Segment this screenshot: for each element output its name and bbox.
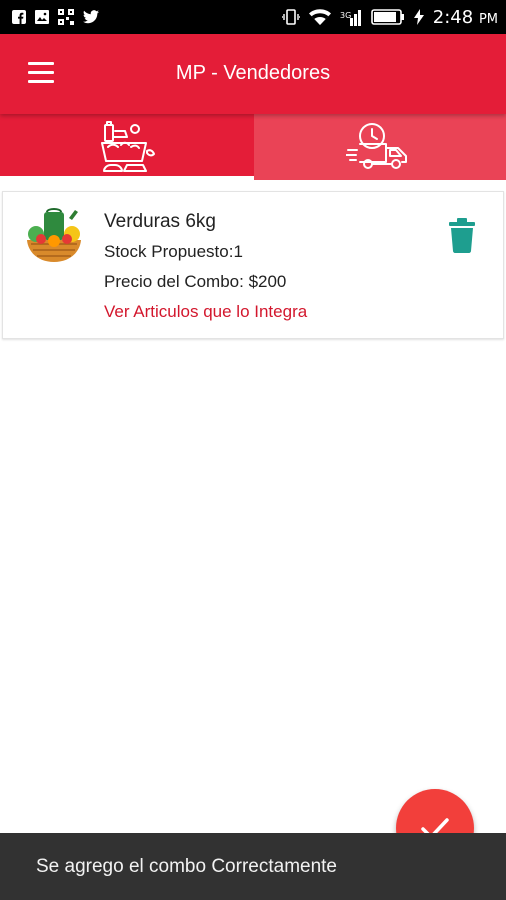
app-bar: MP - Vendedores: [0, 34, 506, 114]
snackbar: Se agrego el combo Correctamente: [0, 833, 506, 900]
wifi-icon: [308, 8, 331, 25]
signal-icon: 3G: [340, 10, 361, 26]
vegetable-basket-icon: [27, 208, 81, 262]
facebook-icon: [12, 10, 26, 24]
image-icon: [35, 10, 49, 24]
status-bar: 3G 2:48 PM: [0, 0, 506, 34]
status-time: 2:48 PM: [432, 6, 498, 28]
snackbar-message: Se agrego el combo Correctamente: [36, 855, 337, 877]
combo-stock: Stock Propuesto:1: [104, 242, 243, 261]
groceries-icon: [101, 121, 155, 172]
svg-text:3G: 3G: [340, 11, 351, 20]
tab-delivery[interactable]: [254, 114, 506, 180]
qr-icon: [58, 9, 74, 25]
combo-title: Verduras 6kg: [104, 211, 216, 232]
charging-icon: [413, 9, 424, 25]
vibrate-icon: [281, 9, 300, 25]
tab-bar: [0, 114, 506, 180]
delivery-truck-icon: [346, 123, 407, 169]
tab-groceries[interactable]: [0, 114, 254, 180]
battery-icon: [370, 9, 404, 25]
status-notifications: [12, 9, 99, 25]
combo-price: Precio del Combo: $200: [104, 272, 287, 291]
view-articles-link[interactable]: Ver Articulos que lo Integra: [104, 302, 307, 322]
app-title: MP - Vendedores: [175, 62, 331, 84]
status-system: 3G 2:48 PM: [281, 6, 498, 28]
twitter-icon: [83, 10, 99, 24]
trash-icon[interactable]: [447, 217, 477, 253]
combo-card[interactable]: Verduras 6kg Stock Propuesto:1 Precio de…: [2, 191, 504, 339]
